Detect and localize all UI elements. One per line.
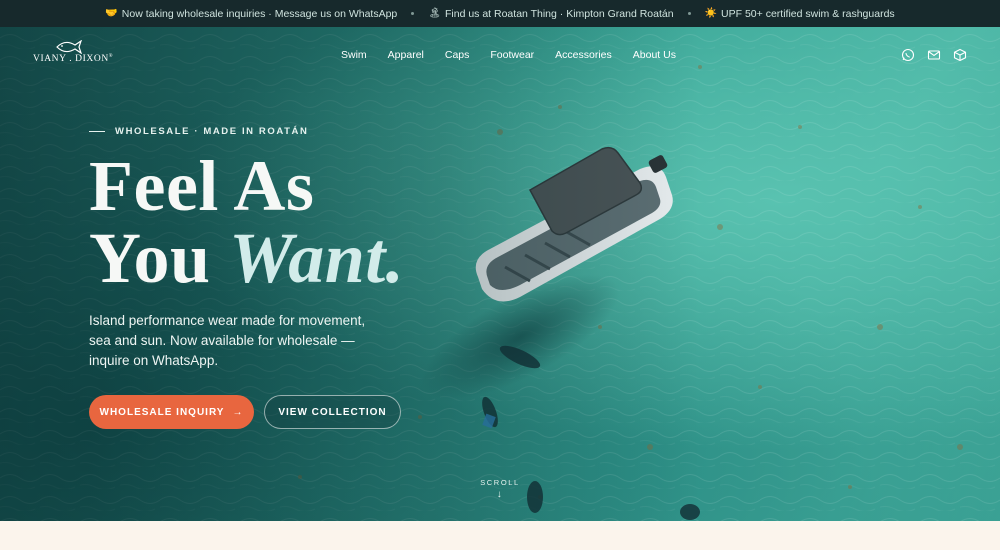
- nav-menu: Swim Apparel Caps Footwear Accessories A…: [341, 49, 676, 61]
- brand-logo[interactable]: VIANY . DIXON®: [33, 40, 114, 68]
- arrow-right-icon: →: [232, 406, 244, 418]
- button-label: WHOLESALE INQUIRY: [99, 406, 225, 418]
- island-icon: 🏝: [428, 8, 441, 19]
- main-navigation: VIANY . DIXON® Swim Apparel Caps Footwea…: [0, 27, 1000, 83]
- box-icon[interactable]: [953, 48, 967, 62]
- whatsapp-icon[interactable]: [901, 48, 915, 62]
- view-collection-button[interactable]: VIEW COLLECTION: [264, 395, 401, 429]
- nav-link-caps[interactable]: Caps: [445, 49, 470, 61]
- divider-dot: [687, 12, 691, 15]
- hero-eyebrow: WHOLESALE · MADE IN ROATÁN: [89, 126, 308, 137]
- divider-dot: [411, 12, 415, 15]
- scroll-label: SCROLL: [480, 478, 520, 487]
- brand-name: VIANY . DIXON®: [33, 54, 114, 65]
- announce-text: Find us at Roatan Thing · Kimpton Grand …: [444, 7, 674, 20]
- announce-item-wholesale[interactable]: 🤝 Now taking wholesale inquiries · Messa…: [105, 8, 397, 20]
- sun-icon: ☀️: [704, 8, 718, 19]
- wholesale-inquiry-button[interactable]: WHOLESALE INQUIRY →: [89, 395, 254, 429]
- announce-item-upf[interactable]: ☀️ UPF 50+ certified swim & rashguards: [705, 8, 895, 20]
- handshake-icon: 🤝: [105, 8, 118, 19]
- nav-link-apparel[interactable]: Apparel: [388, 49, 424, 61]
- headline-italic: Want.: [229, 218, 405, 298]
- button-label: VIEW COLLECTION: [278, 406, 387, 418]
- headline-plain: You: [89, 218, 230, 298]
- announce-item-location[interactable]: 🏝 Find us at Roatan Thing · Kimpton Gran…: [428, 8, 673, 20]
- nav-link-about-us[interactable]: About Us: [633, 49, 676, 61]
- announce-text: UPF 50+ certified swim & rashguards: [721, 7, 895, 20]
- headline-line-2: You Want.: [89, 222, 404, 294]
- nav-link-swim[interactable]: Swim: [341, 49, 367, 61]
- nav-link-footwear[interactable]: Footwear: [490, 49, 534, 61]
- headline-line-1: Feel As: [89, 146, 315, 226]
- announce-text: Now taking wholesale inquiries · Message…: [121, 7, 398, 20]
- fish-logo-icon: [56, 40, 82, 54]
- nav-icons: [901, 48, 967, 62]
- announcement-bar: 🤝 Now taking wholesale inquiries · Messa…: [0, 0, 1000, 27]
- hero-subtitle: Island performance wear made for movemen…: [89, 313, 366, 368]
- mail-icon[interactable]: [927, 48, 941, 62]
- scroll-indicator[interactable]: SCROLL ↓: [470, 478, 530, 500]
- hero-headline: Feel As You Want.: [89, 150, 404, 294]
- eyebrow-rule: [89, 131, 105, 132]
- arrow-down-icon: ↓: [496, 489, 504, 500]
- nav-link-accessories[interactable]: Accessories: [555, 49, 612, 61]
- eyebrow-text: WHOLESALE · MADE IN ROATÁN: [115, 126, 309, 137]
